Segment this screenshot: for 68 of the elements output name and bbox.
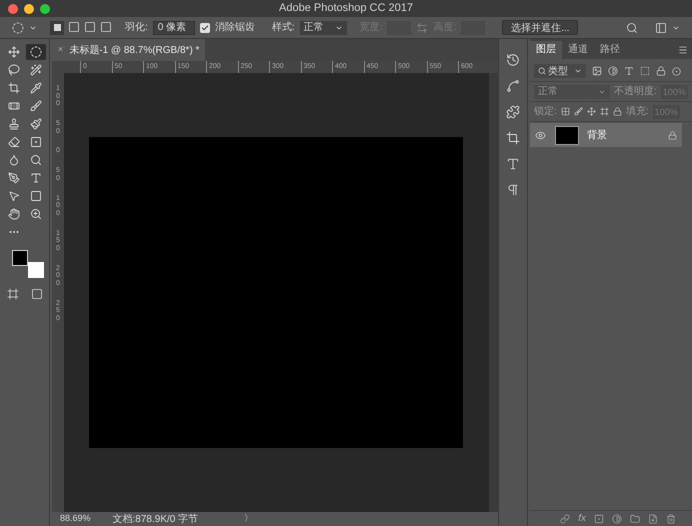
mask-icon[interactable] <box>594 514 604 524</box>
anti-alias-label: 消除锯齿 <box>214 20 255 35</box>
eye-icon[interactable] <box>535 130 546 140</box>
history-icon[interactable] <box>506 53 520 67</box>
style-dropdown[interactable]: 正常 <box>300 20 347 34</box>
dashed-circle-icon[interactable] <box>12 22 24 34</box>
foreground-color-swatch[interactable] <box>12 250 28 266</box>
menu-icon[interactable] <box>678 45 688 55</box>
add-selection-icon[interactable] <box>68 20 80 32</box>
crop-icon[interactable] <box>506 131 520 145</box>
trash-icon[interactable] <box>666 514 676 524</box>
opacity-label: 不透明度: <box>614 84 657 99</box>
toggle-icon[interactable] <box>672 66 681 76</box>
scrollbar[interactable] <box>489 73 498 512</box>
intersect-selection-icon[interactable] <box>100 20 112 32</box>
style-label: 样式: <box>272 20 295 35</box>
anti-alias-checkbox[interactable] <box>200 22 210 32</box>
contrast-icon[interactable] <box>612 514 622 524</box>
caret-icon <box>574 67 582 75</box>
type-icon[interactable] <box>506 157 520 171</box>
panel-tab[interactable]: 图层 <box>530 41 562 59</box>
lock-icon[interactable] <box>612 107 622 116</box>
close-icon[interactable] <box>8 4 18 14</box>
panel-tab[interactable]: 通道 <box>562 41 594 59</box>
lock-icon <box>668 130 677 140</box>
frame-icon[interactable] <box>600 107 609 116</box>
filter-dropdown[interactable]: 类型 <box>534 64 586 78</box>
layer-thumbnail <box>555 126 579 144</box>
blend-mode-dropdown[interactable]: 正常 <box>534 84 610 98</box>
new-layer-icon[interactable] <box>648 514 658 524</box>
panel-tab[interactable]: 路径 <box>594 41 626 59</box>
type-icon[interactable] <box>624 66 634 76</box>
shape-icon[interactable] <box>640 66 650 76</box>
window-title: Adobe Photoshop CC 2017 <box>279 1 413 16</box>
workspace-icon[interactable] <box>655 22 667 34</box>
status-arrow[interactable]: 〉 <box>244 512 254 526</box>
search-icon <box>538 67 546 75</box>
document-tab[interactable]: × 未标题-1 @ 88.7%(RGB/8*) * <box>52 39 206 61</box>
folder-icon[interactable] <box>630 514 640 524</box>
subtract-selection-icon[interactable] <box>84 20 96 32</box>
maximize-icon[interactable] <box>40 4 50 14</box>
document-tab-title: 未标题-1 @ 88.7%(RGB/8*) * <box>69 44 200 58</box>
image-icon[interactable] <box>592 66 602 76</box>
lock-icon[interactable] <box>656 66 666 76</box>
tab-close-icon[interactable]: × <box>58 43 64 57</box>
search-icon[interactable] <box>626 22 638 34</box>
layer-row[interactable]: 背景 <box>530 123 682 147</box>
layer-name: 背景 <box>587 128 607 142</box>
screen-mode-icon[interactable] <box>30 288 42 300</box>
lock-label: 锁定: <box>534 104 557 119</box>
move-icon[interactable] <box>586 107 596 116</box>
fx-button[interactable]: fx <box>578 511 586 526</box>
document-info: 文档:878.9K/0 字节 <box>112 512 198 526</box>
feather-field[interactable]: 0 像素 <box>152 20 195 34</box>
checker-icon[interactable] <box>560 107 570 116</box>
new-selection-icon[interactable] <box>50 20 64 34</box>
puzzle-icon[interactable] <box>506 105 520 119</box>
feather-label: 羽化: <box>125 21 148 35</box>
zoom-level: 88.69% <box>60 512 91 526</box>
contrast-icon[interactable] <box>608 66 618 76</box>
select-and-mask-button[interactable]: 选择并遮住... <box>502 20 578 35</box>
minimize-icon[interactable] <box>24 4 34 14</box>
background-color-swatch[interactable] <box>28 262 44 278</box>
fill-label: 填充: <box>626 104 649 119</box>
pilcrow-icon[interactable] <box>506 183 520 197</box>
curve-icon[interactable] <box>506 79 520 93</box>
brush-icon[interactable] <box>574 107 583 116</box>
link-icon[interactable] <box>560 514 570 524</box>
